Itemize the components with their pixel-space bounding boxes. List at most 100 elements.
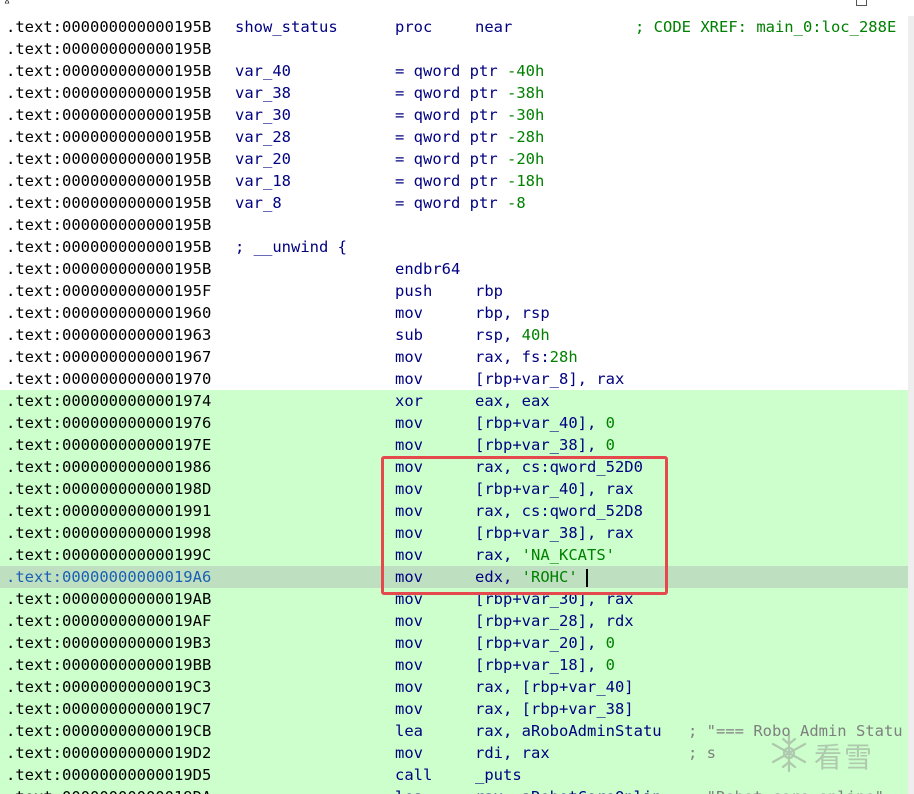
- operands[interactable]: rbp: [475, 280, 503, 302]
- listing-line[interactable]: .text:0000000000001963 sub rsp, 40h: [0, 324, 908, 346]
- watermark-text: 看雪: [814, 741, 875, 774]
- operands[interactable]: rax, aRoboAdminStatu: [475, 720, 662, 742]
- mnemonic: push: [395, 282, 433, 300]
- window-top-bar: ᐞ ⁀: [0, 0, 914, 16]
- listing-line[interactable]: .text:000000000000195B var_30 = qword ptr …: [0, 104, 908, 126]
- listing-line[interactable]: .text:000000000000195B endbr64: [0, 258, 908, 280]
- listing-line[interactable]: .text:000000000000195B show_status proc nea…: [0, 16, 908, 38]
- symbol-label[interactable]: ; __unwind {: [235, 236, 347, 258]
- mnemonic: call: [395, 766, 433, 784]
- operands[interactable]: [rbp+var_8], rax: [475, 368, 624, 390]
- operands[interactable]: rbp, rsp: [475, 302, 550, 324]
- operands[interactable]: [rbp+var_40], 0: [475, 412, 615, 434]
- address-label: .text:000000000000195B: [6, 194, 212, 212]
- symbol-label[interactable]: var_18: [235, 170, 291, 192]
- listing-line[interactable]: .text:000000000000195B var_40 = qword ptr …: [0, 60, 908, 82]
- symbol-label[interactable]: var_38: [235, 82, 291, 104]
- address-label: .text:000000000000195F: [6, 282, 212, 300]
- mnemonic: lea: [395, 722, 423, 740]
- operands[interactable]: rax, [rbp+var_38]: [475, 698, 634, 720]
- listing-line[interactable]: .text:0000000000001974 xor eax, eax: [0, 390, 908, 412]
- listing-line[interactable]: .text:000000000000195B: [0, 214, 908, 236]
- listing-line[interactable]: .text:000000000000195B var_20 = qword ptr …: [0, 148, 908, 170]
- address-label: .text:0000000000001998: [6, 524, 212, 542]
- close-window-icon[interactable]: ⁀: [885, 0, 895, 8]
- xref-comment[interactable]: ; CODE XREF: main_0:loc_288E: [635, 16, 896, 38]
- mnemonic: mov: [395, 678, 423, 696]
- string-comment: ; s: [688, 744, 716, 762]
- listing-line[interactable]: .text:000000000000195B var_8 = qword ptr -…: [0, 192, 908, 214]
- disassembly-listing[interactable]: .text:000000000000195B show_status proc nea…: [0, 16, 908, 794]
- symbol-label[interactable]: var_28: [235, 126, 291, 148]
- listing-line[interactable]: .text:00000000000019B3 mov [rbp+var_20], 0: [0, 632, 908, 654]
- address-label: .text:00000000000019D2: [6, 744, 212, 762]
- listing-line[interactable]: .text:000000000000197E mov [rbp+var_38], 0: [0, 434, 908, 456]
- listing-line[interactable]: .text:0000000000001960 mov rbp, rsp: [0, 302, 908, 324]
- vertical-scrollbar[interactable]: [908, 16, 914, 794]
- listing-line[interactable]: .text:0000000000001967 mov rax, fs:28h: [0, 346, 908, 368]
- mnemonic: = qword ptr -20h: [395, 150, 545, 168]
- listing-line[interactable]: .text:000000000000195B ; __unwind {: [0, 236, 908, 258]
- symbol-label[interactable]: var_8: [235, 192, 282, 214]
- mnemonic: endbr64: [395, 260, 461, 278]
- listing-line[interactable]: .text:0000000000001976 mov [rbp+var_40], 0: [0, 412, 908, 434]
- address-label: .text:00000000000019AF: [6, 612, 212, 630]
- address-label: .text:000000000000195B: [6, 260, 212, 278]
- address-label: .text:0000000000001970: [6, 370, 212, 388]
- mnemonic: mov: [395, 656, 423, 674]
- operands[interactable]: near: [475, 16, 512, 38]
- symbol-label[interactable]: var_40: [235, 60, 291, 82]
- mnemonic: mov: [395, 744, 423, 762]
- mnemonic: mov: [395, 414, 423, 432]
- address-label: .text:00000000000019C7: [6, 700, 212, 718]
- address-label: .text:0000000000001976: [6, 414, 212, 432]
- listing-line[interactable]: .text:00000000000019C7 mov rax, [rbp+var_3…: [0, 698, 908, 720]
- resize-grip-icon: ᐞ: [4, 0, 10, 10]
- operands[interactable]: rax, aRobotCoreOnlin: [475, 786, 662, 794]
- symbol-label[interactable]: var_30: [235, 104, 291, 126]
- address-label: .text:0000000000001960: [6, 304, 212, 322]
- restore-window-icon[interactable]: [856, 0, 867, 6]
- address-label: .text:000000000000199C: [6, 546, 212, 564]
- listing-line[interactable]: .text:00000000000019BB mov [rbp+var_18], 0: [0, 654, 908, 676]
- operands[interactable]: [rbp+var_38], 0: [475, 434, 615, 456]
- operands[interactable]: rax, fs:28h: [475, 346, 578, 368]
- listing-line[interactable]: .text:000000000000195B var_18 = qword ptr …: [0, 170, 908, 192]
- address-label: .text:0000000000001986: [6, 458, 212, 476]
- listing-line[interactable]: .text:000000000000195F push rbp: [0, 280, 908, 302]
- highlight-box: [381, 456, 668, 595]
- operands[interactable]: rsp, 40h: [475, 324, 550, 346]
- mnemonic: = qword ptr -28h: [395, 128, 545, 146]
- address-label: .text:0000000000001974: [6, 392, 212, 410]
- address-label: .text:0000000000001991: [6, 502, 212, 520]
- address-label: .text:00000000000019A6: [6, 568, 212, 586]
- operands[interactable]: _puts: [475, 764, 522, 786]
- operands[interactable]: rdi, rax: [475, 742, 550, 764]
- listing-line[interactable]: .text:00000000000019DA lea rax, aRobotCore…: [0, 786, 908, 794]
- mnemonic: mov: [395, 304, 423, 322]
- mnemonic: = qword ptr -30h: [395, 106, 545, 124]
- address-label: .text:0000000000001967: [6, 348, 212, 366]
- mnemonic: mov: [395, 436, 423, 454]
- symbol-label[interactable]: show_status: [235, 16, 338, 38]
- listing-line[interactable]: .text:00000000000019C3 mov rax, [rbp+var_4…: [0, 676, 908, 698]
- snowflake-logo-icon: [771, 733, 807, 773]
- listing-line[interactable]: .text:000000000000195B: [0, 38, 908, 60]
- operands[interactable]: [rbp+var_20], 0: [475, 632, 615, 654]
- operands[interactable]: [rbp+var_28], rdx: [475, 610, 634, 632]
- address-label: .text:000000000000197E: [6, 436, 212, 454]
- operands[interactable]: [rbp+var_18], 0: [475, 654, 615, 676]
- mnemonic: lea: [395, 786, 423, 794]
- listing-line[interactable]: .text:000000000000195B var_28 = qword ptr …: [0, 126, 908, 148]
- address-label: .text:000000000000195B: [6, 216, 212, 234]
- mnemonic: mov: [395, 634, 423, 652]
- address-label: .text:000000000000195B: [6, 238, 212, 256]
- mnemonic: sub: [395, 326, 423, 344]
- listing-line[interactable]: .text:00000000000019AF mov [rbp+var_28], r…: [0, 610, 908, 632]
- operands[interactable]: rax, [rbp+var_40]: [475, 676, 634, 698]
- listing-line[interactable]: .text:000000000000195B var_38 = qword ptr …: [0, 82, 908, 104]
- mnemonic: = qword ptr -18h: [395, 172, 545, 190]
- operands[interactable]: eax, eax: [475, 390, 550, 412]
- listing-line[interactable]: .text:0000000000001970 mov [rbp+var_8], ra…: [0, 368, 908, 390]
- symbol-label[interactable]: var_20: [235, 148, 291, 170]
